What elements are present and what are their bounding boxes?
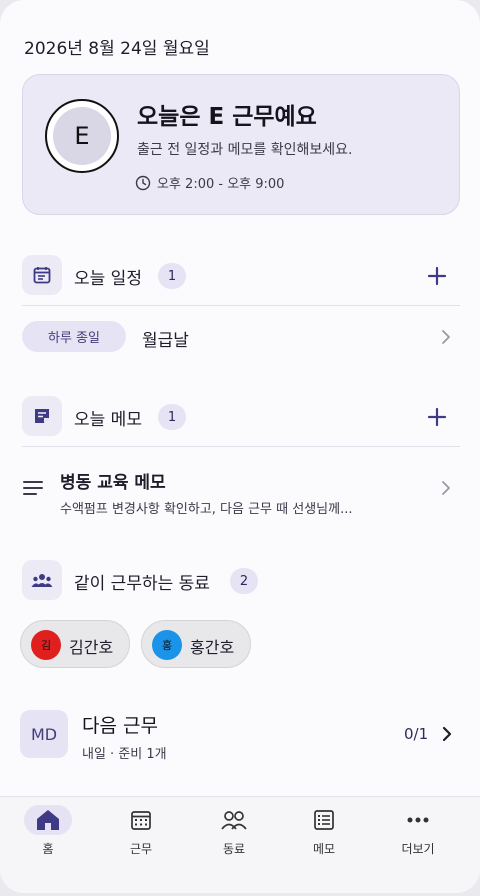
nav-home[interactable]: 홈 [12, 797, 84, 877]
nav-more[interactable]: 더보기 [382, 797, 454, 877]
memo-title: 오늘 메모 [74, 410, 142, 430]
coworkers-count-badge: 2 [230, 568, 258, 594]
next-shift-badge: MD [20, 710, 68, 758]
next-shift-progress: 0/1 [404, 725, 429, 743]
bottom-navigation: 홈 근무 동료 메모 더보기 [0, 796, 480, 893]
schedule-item-title: 월급날 [142, 331, 189, 351]
memo-item-preview: 수액펌프 변경사항 확인하고, 다음 근무 때 선생님께... [60, 502, 353, 517]
nav-label: 근무 [129, 842, 153, 856]
group-icon [22, 560, 62, 600]
home-screen: 2026년 8월 24일 월요일 E 오늘은 E 근무예요 출근 전 일정과 메… [0, 0, 480, 893]
schedule-section-header: 오늘 일정 1 [22, 255, 460, 299]
coworker-chip[interactable]: 김 김간호 [20, 620, 130, 668]
add-memo-button[interactable] [422, 402, 452, 432]
nav-label: 홈 [42, 842, 54, 856]
coworker-avatar: 홍 [152, 630, 182, 660]
calendar-icon [22, 255, 62, 295]
nav-shifts[interactable]: 근무 [105, 797, 177, 877]
clock-icon [135, 175, 151, 190]
shift-title: 오늘은 E 근무예요 [137, 104, 317, 130]
memo-item-title: 병동 교육 메모 [60, 473, 166, 493]
schedule-title: 오늘 일정 [74, 269, 142, 289]
people-icon [210, 805, 258, 835]
coworker-avatar: 김 [31, 630, 61, 660]
next-shift-subtitle: 내일 · 준비 1개 [82, 747, 167, 762]
divider [22, 446, 460, 447]
more-icon [394, 805, 442, 835]
lines-icon [23, 481, 43, 495]
list-icon [300, 805, 348, 835]
schedule-count-badge: 1 [158, 263, 186, 289]
plus-icon [427, 407, 447, 427]
shift-letter: E [53, 107, 111, 165]
chevron-right-icon [442, 726, 452, 742]
memo-section-header: 오늘 메모 1 [22, 396, 460, 440]
coworkers-title: 같이 근무하는 동료 [74, 574, 210, 594]
nav-memos[interactable]: 메모 [288, 797, 360, 877]
today-date: 2026년 8월 24일 월요일 [24, 39, 210, 59]
coworker-name: 홍간호 [190, 638, 235, 657]
plus-icon [427, 266, 447, 286]
chevron-right-icon [442, 481, 450, 495]
calendar-grid-icon [117, 805, 165, 835]
memo-count-badge: 1 [158, 404, 186, 430]
shift-avatar: E [45, 99, 119, 173]
shift-time: 오후 2:00 - 오후 9:00 [135, 173, 284, 192]
chevron-right-icon [442, 330, 450, 344]
nav-label: 메모 [312, 842, 336, 856]
home-icon [24, 805, 72, 835]
shift-subtitle: 출근 전 일정과 메모를 확인해보세요. [137, 142, 353, 158]
shift-time-text: 오후 2:00 - 오후 9:00 [157, 177, 285, 192]
nav-coworkers[interactable]: 동료 [198, 797, 270, 877]
nav-label: 더보기 [401, 842, 435, 856]
memo-icon [22, 396, 62, 436]
today-shift-card[interactable]: E 오늘은 E 근무예요 출근 전 일정과 메모를 확인해보세요. 오후 2:0… [22, 74, 460, 215]
coworkers-section-header: 같이 근무하는 동료 2 [22, 560, 460, 604]
nav-label: 동료 [222, 842, 246, 856]
add-schedule-button[interactable] [422, 261, 452, 291]
next-shift-title: 다음 근무 [82, 715, 158, 737]
coworker-chip[interactable]: 홍 홍간호 [141, 620, 251, 668]
all-day-tag: 하루 종일 [22, 321, 126, 352]
coworker-name: 김간호 [69, 638, 114, 657]
divider [22, 305, 460, 306]
